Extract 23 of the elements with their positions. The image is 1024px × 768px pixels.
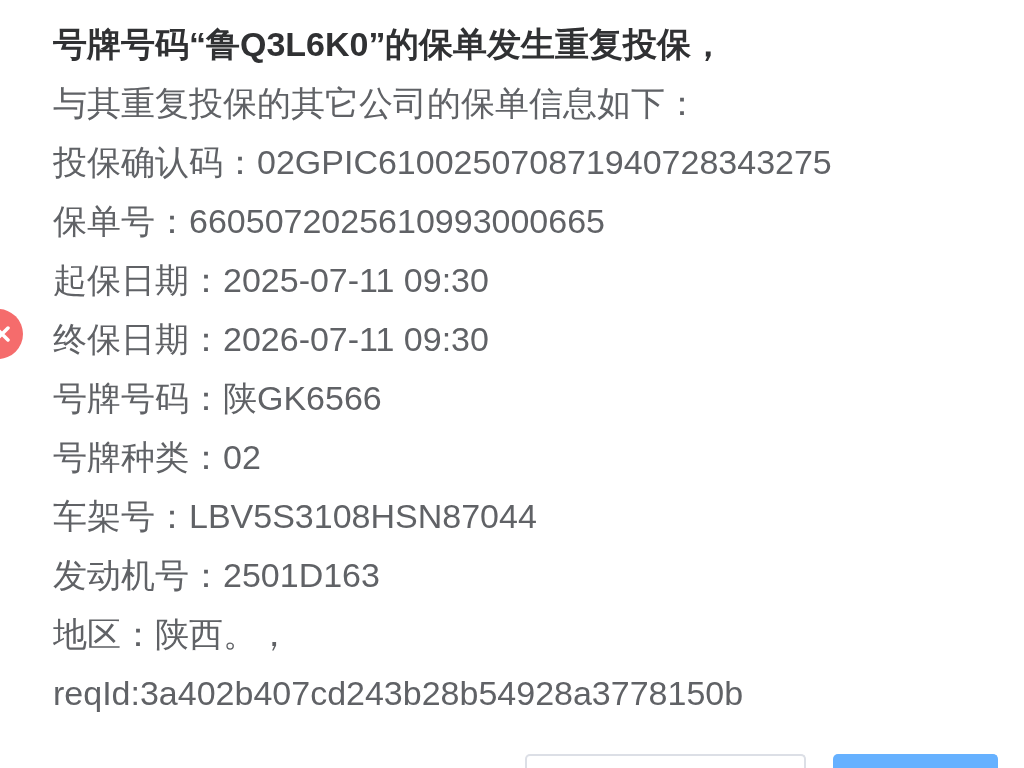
field-value: 2026-07-11 09:30 (223, 319, 489, 360)
field-label: 地区： (53, 614, 155, 655)
field-value: 陕GK6566 (223, 378, 382, 419)
field-label: 号牌号码： (53, 378, 223, 419)
field-label: 车架号： (53, 496, 189, 537)
field-value: 6605072025610993000665 (189, 201, 605, 242)
request-id-text: reqId:3a402b407cd243b28b54928a3778150b (53, 673, 744, 714)
field-value: 2025-07-11 09:30 (223, 260, 489, 301)
field-value: 02GPIC610025070871940728343275 (257, 142, 832, 183)
primary-button[interactable] (833, 754, 998, 768)
field-value: 02 (223, 437, 261, 478)
message-title: 号牌号码“鲁Q3L6K0”的保单发生重复投保， (53, 24, 726, 65)
field-value: LBV5S3108HSN87044 (189, 496, 537, 537)
field-value: 2501D163 (223, 555, 380, 596)
field-label: 终保日期： (53, 319, 223, 360)
field-label: 号牌种类： (53, 437, 223, 478)
field-label: 发动机号： (53, 555, 223, 596)
secondary-button[interactable] (525, 754, 806, 768)
field-label: 投保确认码： (53, 142, 257, 183)
field-label: 保单号： (53, 201, 189, 242)
field-label: 起保日期： (53, 260, 223, 301)
message-text: 与其重复投保的其它公司的保单信息如下： (53, 83, 699, 124)
field-value: 陕西。， (155, 614, 291, 655)
